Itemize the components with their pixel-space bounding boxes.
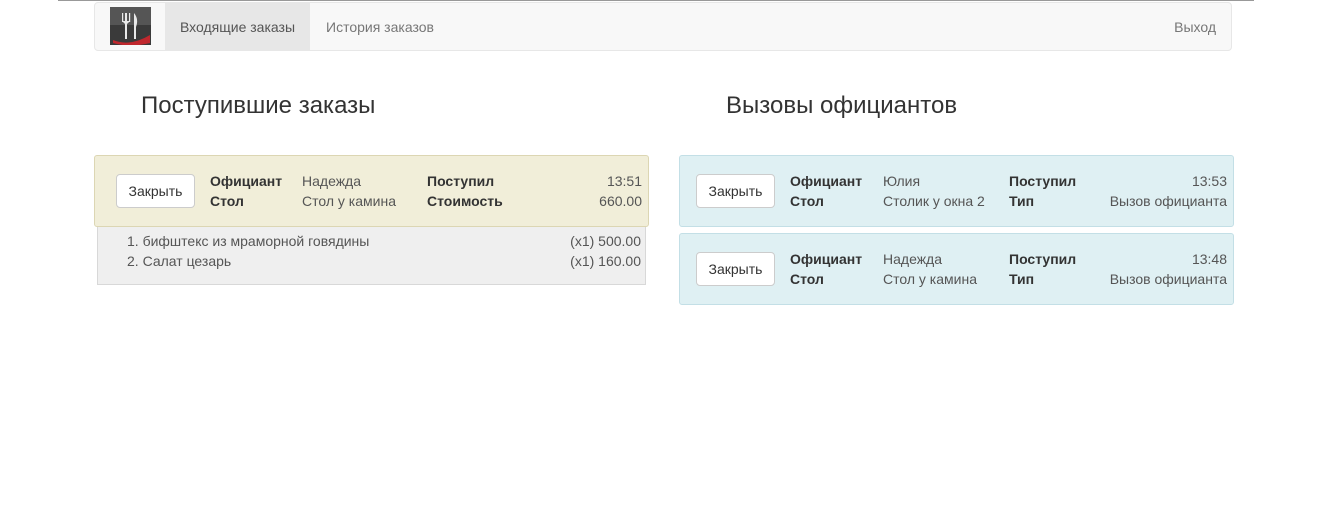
top-divider	[58, 0, 1254, 1]
orders-section-title: Поступившие заказы	[141, 92, 376, 119]
type-value: Вызов официанта	[1109, 193, 1227, 209]
received-label: Поступил	[1009, 251, 1077, 267]
table-label: Стол	[790, 271, 824, 287]
waiter-value: Юлия	[883, 173, 921, 189]
tab-incoming-orders[interactable]: Входящие заказы	[165, 3, 311, 51]
navbar: Входящие заказы История заказов Выход	[94, 2, 1232, 51]
logout-link[interactable]: Выход	[1159, 3, 1231, 51]
close-call-button[interactable]: Закрыть	[696, 252, 775, 286]
waiter-label: Официант	[790, 173, 863, 189]
order-card: Закрыть Официант Надежда Поступил 13:51 …	[94, 155, 649, 227]
received-value: 13:48	[1191, 251, 1227, 267]
type-label: Тип	[1009, 193, 1035, 209]
received-value: 13:53	[1191, 173, 1227, 189]
waiter-call-card: Закрыть Официант Надежда Поступил 13:48 …	[679, 233, 1234, 305]
table-label: Стол	[210, 193, 244, 209]
tab-order-history[interactable]: История заказов	[311, 3, 449, 51]
table-label: Стол	[790, 193, 824, 209]
list-item: 1. бифштекс из мраморной говядины (x1) 5…	[127, 231, 641, 251]
close-order-button[interactable]: Закрыть	[116, 174, 195, 208]
table-value: Стол у камина	[302, 193, 396, 209]
cost-value: 660.00	[599, 193, 642, 209]
item-price: (x1) 160.00	[570, 253, 641, 269]
fork-knife-logo-icon[interactable]	[110, 7, 151, 46]
list-item: 2. Салат цезарь (x1) 160.00	[127, 251, 641, 271]
waiter-label: Официант	[790, 251, 863, 267]
cost-label: Стоимость	[427, 193, 503, 209]
item-name: 1. бифштекс из мраморной говядины	[127, 233, 370, 249]
item-price: (x1) 500.00	[570, 233, 641, 249]
waiter-call-card: Закрыть Официант Юлия Поступил 13:53 Сто…	[679, 155, 1234, 227]
received-value: 13:51	[606, 173, 642, 189]
order-items-list: 1. бифштекс из мраморной говядины (x1) 5…	[97, 227, 646, 285]
close-call-button[interactable]: Закрыть	[696, 174, 775, 208]
waiter-label: Официант	[210, 173, 283, 189]
type-value: Вызов официанта	[1109, 271, 1227, 287]
received-label: Поступил	[427, 173, 495, 189]
calls-section-title: Вызовы официантов	[726, 92, 958, 119]
table-value: Столик у окна 2	[883, 193, 985, 209]
waiter-value: Надежда	[883, 251, 943, 267]
received-label: Поступил	[1009, 173, 1077, 189]
table-value: Стол у камина	[883, 271, 977, 287]
type-label: Тип	[1009, 271, 1035, 287]
waiter-value: Надежда	[302, 173, 362, 189]
item-name: 2. Салат цезарь	[127, 253, 232, 269]
